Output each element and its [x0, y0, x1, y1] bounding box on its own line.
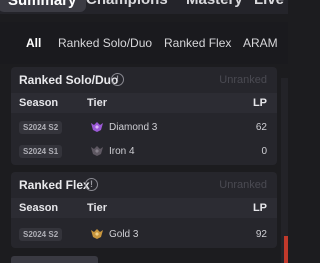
filter-aram[interactable]: ARAM [243, 36, 278, 50]
season-column-header: Season [19, 202, 59, 214]
season-column-header: Season [19, 97, 59, 109]
tab-champions[interactable]: Champions [86, 0, 168, 8]
tier-name: Gold 3 [109, 229, 139, 240]
rank-status: Unranked [219, 74, 267, 86]
card-title: Ranked Solo/Duo [19, 73, 119, 87]
lp-value: 92 [255, 229, 267, 240]
season-badge: S2024 S2 [19, 228, 63, 241]
table-header: Season Tier LP [11, 198, 277, 218]
tab-mastery[interactable]: Mastery [186, 0, 243, 8]
top-tab-bar: Summary Champions Mastery Live Ga [0, 0, 288, 14]
card-title: Ranked Flex [19, 178, 90, 192]
season-badge: S2024 S2 [19, 121, 63, 134]
tab-summary[interactable]: Summary [0, 0, 87, 12]
filter-all[interactable]: All [26, 36, 41, 50]
lp-value: 62 [255, 122, 267, 133]
lp-value: 0 [261, 146, 267, 157]
card-header: Ranked Solo/Duo ! Unranked [11, 67, 277, 93]
filter-ranked-flex[interactable]: Ranked Flex [164, 36, 231, 50]
queue-filter-bar: All Ranked Solo/Duo Ranked Flex ARAM [0, 22, 288, 64]
filter-ranked-solo[interactable]: Ranked Solo/Duo [58, 36, 152, 50]
table-header: Season Tier LP [11, 93, 277, 113]
tier-column-header: Tier [87, 97, 107, 109]
tier-name: Diamond 3 [109, 122, 158, 133]
diamond-emblem-icon [91, 122, 103, 132]
info-icon[interactable]: ! [85, 178, 98, 191]
lp-column-header: LP [252, 202, 267, 214]
bottom-button[interactable] [11, 256, 98, 263]
table-row: S2024 S2 Diamond 3 62 [11, 117, 277, 137]
table-row: S2024 S1 Iron 4 0 [11, 141, 277, 161]
lp-column-header: LP [252, 97, 267, 109]
card-header: Ranked Flex ! Unranked [11, 172, 277, 198]
iron-emblem-icon [91, 146, 103, 156]
gold-emblem-icon [91, 229, 103, 239]
ranked-solo-card: Ranked Solo/Duo ! Unranked Season Tier L… [11, 67, 277, 165]
info-icon[interactable]: ! [111, 73, 124, 86]
tier-column-header: Tier [87, 202, 107, 214]
season-badge: S2024 S1 [19, 145, 63, 158]
loss-indicator [284, 236, 288, 263]
table-row: S2024 S2 Gold 3 92 [11, 224, 277, 244]
tier-name: Iron 4 [109, 146, 135, 157]
tab-live-game[interactable]: Live Ga [254, 0, 288, 8]
ranked-flex-card: Ranked Flex ! Unranked Season Tier LP S2… [11, 172, 277, 248]
rank-status: Unranked [219, 179, 267, 191]
